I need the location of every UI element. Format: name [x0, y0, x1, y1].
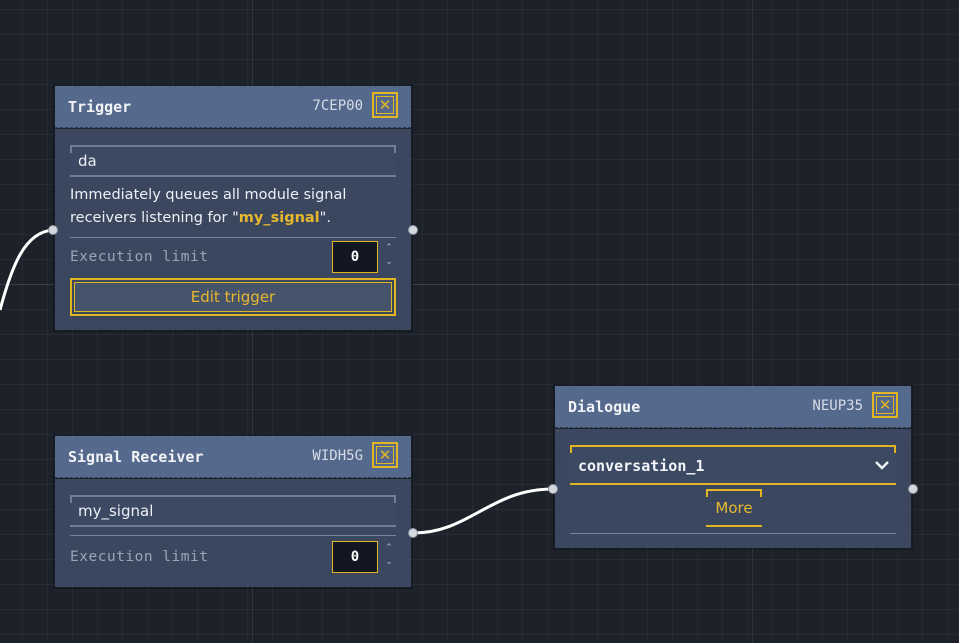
divider — [570, 533, 896, 534]
signal-receiver-output-port[interactable] — [408, 528, 418, 538]
description-text-end: ". — [319, 210, 331, 226]
trigger-node[interactable]: Trigger 7CEP00 ✕ da Immediately queues a… — [54, 85, 412, 331]
trigger-node-body: da Immediately queues all module signal … — [55, 129, 411, 330]
trigger-description: Immediately queues all module signal rec… — [70, 184, 391, 230]
dialogue-node-header[interactable]: Dialogue NEUP35 ✕ — [555, 386, 911, 428]
chevron-down-icon — [875, 461, 889, 470]
node-id: 7CEP00 — [312, 98, 363, 114]
close-button[interactable]: ✕ — [372, 92, 398, 118]
close-button[interactable]: ✕ — [372, 442, 398, 468]
conversation-select-value: conversation_1 — [578, 457, 705, 475]
connection-edge-incoming[interactable] — [0, 228, 54, 311]
conversation-select[interactable]: conversation_1 — [570, 445, 896, 485]
trigger-name-input[interactable]: da — [70, 145, 396, 177]
description-signal-name: my_signal — [238, 210, 320, 226]
spinner-up-arrow[interactable]: ⌃ — [382, 241, 396, 255]
execution-limit-input[interactable]: 0 — [332, 541, 378, 573]
close-button[interactable]: ✕ — [872, 392, 898, 418]
spinner-up-arrow[interactable]: ⌃ — [382, 541, 396, 555]
signal-receiver-node[interactable]: Signal Receiver WIDH5G ✕ my_signal Execu… — [54, 435, 412, 588]
close-icon: ✕ — [378, 446, 392, 464]
dialogue-node-body: conversation_1 More — [555, 429, 911, 548]
spinner-arrows-icon[interactable]: ⌃ ⌄ — [382, 241, 396, 273]
node-id: NEUP35 — [812, 398, 863, 414]
edit-trigger-button[interactable]: Edit trigger — [70, 278, 396, 316]
node-title: Signal Receiver — [68, 448, 204, 466]
execution-limit-input[interactable]: 0 — [332, 241, 378, 273]
signal-name-value: my_signal — [78, 502, 154, 520]
execution-limit-label: Execution limit — [70, 549, 209, 565]
trigger-output-port[interactable] — [408, 225, 418, 235]
close-icon: ✕ — [378, 96, 392, 114]
spinner-down-arrow[interactable]: ⌄ — [382, 555, 396, 569]
signal-receiver-node-header[interactable]: Signal Receiver WIDH5G ✕ — [55, 436, 411, 478]
divider — [70, 535, 396, 536]
trigger-input-port[interactable] — [48, 225, 58, 235]
trigger-node-header[interactable]: Trigger 7CEP00 ✕ — [55, 86, 411, 128]
node-title: Dialogue — [568, 398, 641, 416]
connection-edge-receiver-to-dialogue[interactable] — [412, 487, 554, 535]
dialogue-input-port[interactable] — [548, 484, 558, 494]
more-button[interactable]: More — [706, 489, 762, 527]
dialogue-node[interactable]: Dialogue NEUP35 ✕ conversation_1 More — [554, 385, 912, 549]
trigger-name-value: da — [78, 152, 97, 170]
execution-limit-label: Execution limit — [70, 249, 209, 265]
node-title: Trigger — [68, 98, 132, 116]
close-icon: ✕ — [878, 396, 892, 414]
spinner-arrows-icon[interactable]: ⌃ ⌄ — [382, 541, 396, 573]
spinner-down-arrow[interactable]: ⌄ — [382, 255, 396, 269]
node-id: WIDH5G — [312, 448, 363, 464]
signal-name-input[interactable]: my_signal — [70, 495, 396, 527]
signal-receiver-node-body: my_signal Execution limit 0 ⌃ ⌄ — [55, 479, 411, 587]
divider — [70, 237, 396, 238]
dialogue-output-port[interactable] — [908, 484, 918, 494]
